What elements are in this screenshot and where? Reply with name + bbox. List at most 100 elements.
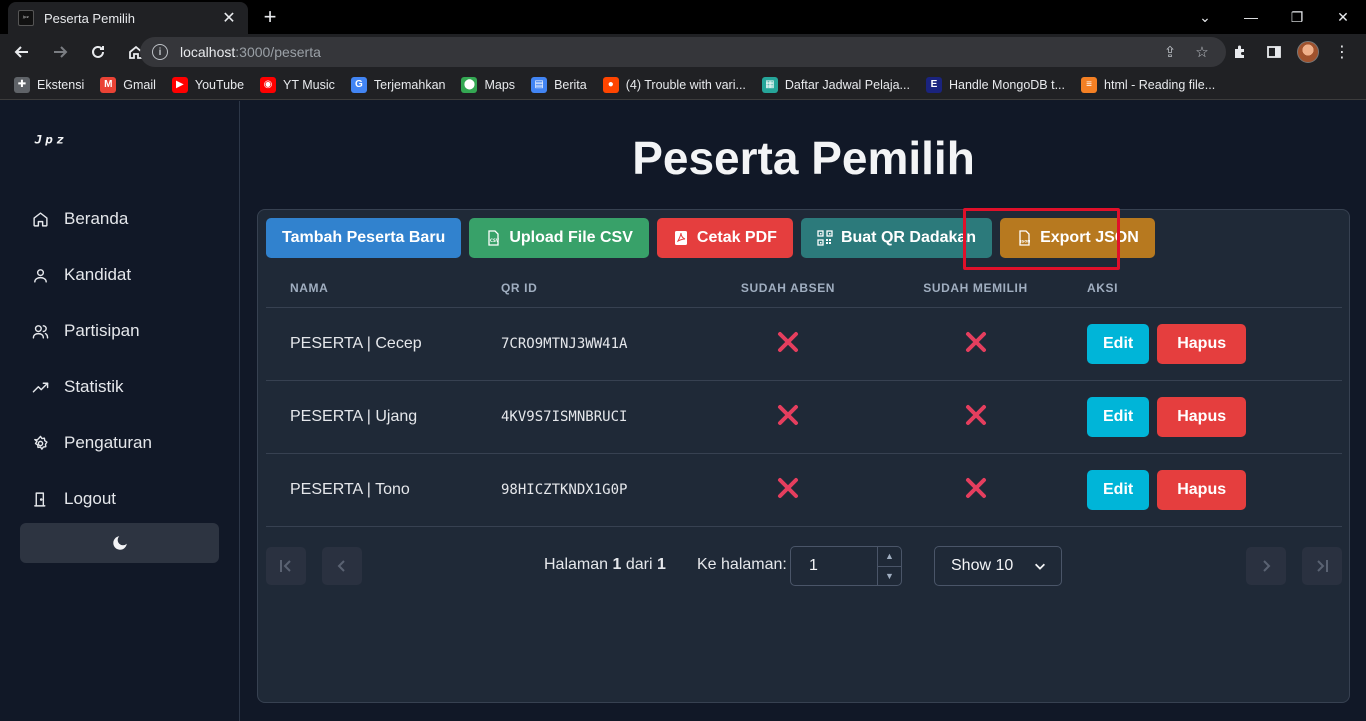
- bookmark-item[interactable]: G Terjemahkan: [350, 76, 445, 93]
- sidebar-item-pengaturan[interactable]: Pengaturan: [20, 415, 220, 471]
- cell-sudah-absen: [688, 330, 888, 359]
- edit-button[interactable]: Edit: [1087, 397, 1150, 437]
- page-label: Halaman: [544, 556, 609, 573]
- page-indicator: Halaman 1 dari 1: [544, 556, 666, 574]
- menu-kebab-icon[interactable]: ⋮: [1328, 36, 1356, 68]
- page-size-select[interactable]: Show 10: [934, 546, 1062, 586]
- back-button[interactable]: [6, 36, 38, 68]
- header-sudah-absen[interactable]: SUDAH ABSEN: [688, 281, 888, 295]
- delete-button[interactable]: Hapus: [1157, 397, 1247, 437]
- current-page: 1: [612, 556, 622, 573]
- add-participant-button[interactable]: Tambah Peserta Baru: [266, 218, 462, 258]
- last-page-button[interactable]: [1302, 547, 1342, 585]
- generate-qr-button[interactable]: Buat QR Dadakan: [800, 218, 993, 258]
- new-tab-button[interactable]: +: [258, 4, 282, 30]
- chevron-down-icon: [1035, 563, 1045, 570]
- delete-button[interactable]: Hapus: [1157, 324, 1247, 364]
- delete-button[interactable]: Hapus: [1157, 470, 1247, 510]
- bookmark-item[interactable]: M Gmail: [100, 76, 156, 93]
- address-bar[interactable]: i localhost:3000/peserta ⇪ ☆: [140, 37, 1226, 67]
- bookmark-item[interactable]: ⬤ Maps: [461, 76, 515, 93]
- prev-page-button[interactable]: [322, 547, 362, 585]
- forward-button[interactable]: [44, 36, 76, 68]
- bookmark-star-icon[interactable]: ☆: [1190, 40, 1214, 64]
- qr-code-icon: [817, 230, 833, 246]
- header-nama[interactable]: NAMA: [266, 281, 477, 295]
- browser-toolbar: i localhost:3000/peserta ⇪ ☆ ⋮: [0, 34, 1366, 70]
- gmail-icon: M: [100, 76, 117, 93]
- sidebar-item-logout[interactable]: Logout: [20, 471, 220, 527]
- profile-avatar[interactable]: [1294, 36, 1322, 68]
- button-label: Buat QR Dadakan: [840, 229, 977, 246]
- bookmark-item[interactable]: ● (4) Trouble with vari...: [602, 76, 746, 93]
- minimize-button[interactable]: —: [1228, 0, 1274, 34]
- button-label: Cetak PDF: [696, 229, 777, 246]
- x-mark-icon: [776, 330, 800, 354]
- sidebar-item-label: Logout: [64, 489, 116, 508]
- stepper-down-icon[interactable]: ▼: [878, 567, 901, 586]
- bookmark-item[interactable]: ≡ html - Reading file...: [1081, 76, 1215, 93]
- bookmark-label: Ekstensi: [37, 77, 85, 92]
- chevron-right-icon: [1263, 560, 1271, 572]
- close-window-button[interactable]: ✕: [1320, 0, 1366, 34]
- goto-page-label: Ke halaman:: [697, 556, 787, 573]
- tab-favicon-icon: ᴶᵖᶻ: [18, 10, 34, 26]
- bookmark-item[interactable]: ◉ YT Music: [260, 76, 335, 93]
- first-page-button[interactable]: [266, 547, 306, 585]
- cell-nama: PESERTA | Cecep: [290, 335, 422, 352]
- bookmark-label: Daftar Jadwal Pelaja...: [784, 77, 910, 92]
- window-controls: ⌄ — ❐ ✕: [1182, 0, 1366, 34]
- cell-sudah-absen: [688, 476, 888, 505]
- user-icon: [34, 268, 47, 283]
- cell-aksi: Edit Hapus: [1063, 470, 1342, 510]
- side-panel-icon[interactable]: [1260, 36, 1288, 68]
- sidebar-item-kandidat[interactable]: Kandidat: [20, 247, 220, 303]
- sidebar-item-partisipan[interactable]: Partisipan: [20, 303, 220, 359]
- total-pages: 1: [656, 556, 666, 573]
- stepper-up-icon[interactable]: ▲: [878, 547, 901, 567]
- table-row: PESERTA | Tono 98HICZTKNDX1G0P Edit Hapus: [266, 454, 1342, 527]
- restore-button[interactable]: ❐: [1274, 0, 1320, 34]
- bookmark-label: Gmail: [123, 77, 156, 92]
- print-pdf-button[interactable]: Cetak PDF: [656, 218, 793, 258]
- cell-aksi: Edit Hapus: [1063, 397, 1342, 437]
- browser-tab[interactable]: ᴶᵖᶻ Peserta Pemilih ✕: [8, 2, 248, 34]
- header-aksi: AKSI: [1087, 280, 1119, 295]
- upload-csv-button[interactable]: CSV Upload File CSV: [469, 218, 649, 258]
- header-qr-id[interactable]: QR ID: [477, 281, 688, 295]
- edit-button[interactable]: Edit: [1087, 324, 1150, 364]
- bookmark-item[interactable]: ✚ Ekstensi: [14, 76, 85, 93]
- share-icon[interactable]: ⇪: [1158, 40, 1182, 64]
- site-info-icon[interactable]: i: [152, 44, 168, 60]
- bookmark-item[interactable]: ▤ Berita: [531, 76, 587, 93]
- bookmark-label: Handle MongoDB t...: [948, 77, 1066, 92]
- bookmark-item[interactable]: ▦ Daftar Jadwal Pelaja...: [761, 76, 910, 93]
- trending-icon: [32, 382, 49, 392]
- theme-toggle-button[interactable]: [20, 523, 219, 563]
- x-mark-icon: [964, 403, 988, 427]
- extensions-icon[interactable]: [1226, 36, 1254, 68]
- sidebar-item-beranda[interactable]: Beranda: [20, 191, 220, 247]
- url-text[interactable]: localhost:3000/peserta: [180, 44, 1150, 60]
- tab-close-icon[interactable]: ✕: [220, 8, 238, 28]
- reload-icon: [92, 45, 104, 58]
- sidebar-item-statistik[interactable]: Statistik: [20, 359, 220, 415]
- edit-button[interactable]: Edit: [1087, 470, 1150, 510]
- bookmark-item[interactable]: ▶ YouTube: [171, 76, 244, 93]
- table-row: PESERTA | Cecep 7CRO9MTNJ3WW41A Edit Hapus: [266, 308, 1342, 381]
- bookmark-item[interactable]: E Handle MongoDB t...: [925, 76, 1066, 93]
- next-page-button[interactable]: [1246, 547, 1286, 585]
- x-mark-icon: [776, 403, 800, 427]
- export-json-button[interactable]: JSON Export JSON: [1000, 218, 1155, 258]
- table-row: PESERTA | Ujang 4KV9S7ISMNBRUCI Edit Hapus: [266, 381, 1342, 454]
- cell-sudah-memilih: [888, 403, 1063, 432]
- tab-search-icon[interactable]: ⌄: [1182, 0, 1228, 34]
- app-logo[interactable]: ᴶᵖᶻ: [32, 131, 66, 155]
- page-title: Peserta Pemilih: [241, 131, 1366, 185]
- sidebar-item-label: Pengaturan: [64, 433, 152, 452]
- home-icon: [33, 211, 48, 227]
- stackoverflow-icon: ≡: [1081, 76, 1098, 93]
- reload-button[interactable]: [82, 36, 114, 68]
- header-sudah-memilih[interactable]: SUDAH MEMILIH: [888, 281, 1063, 295]
- goto-page-input[interactable]: 1 ▲ ▼: [790, 546, 902, 586]
